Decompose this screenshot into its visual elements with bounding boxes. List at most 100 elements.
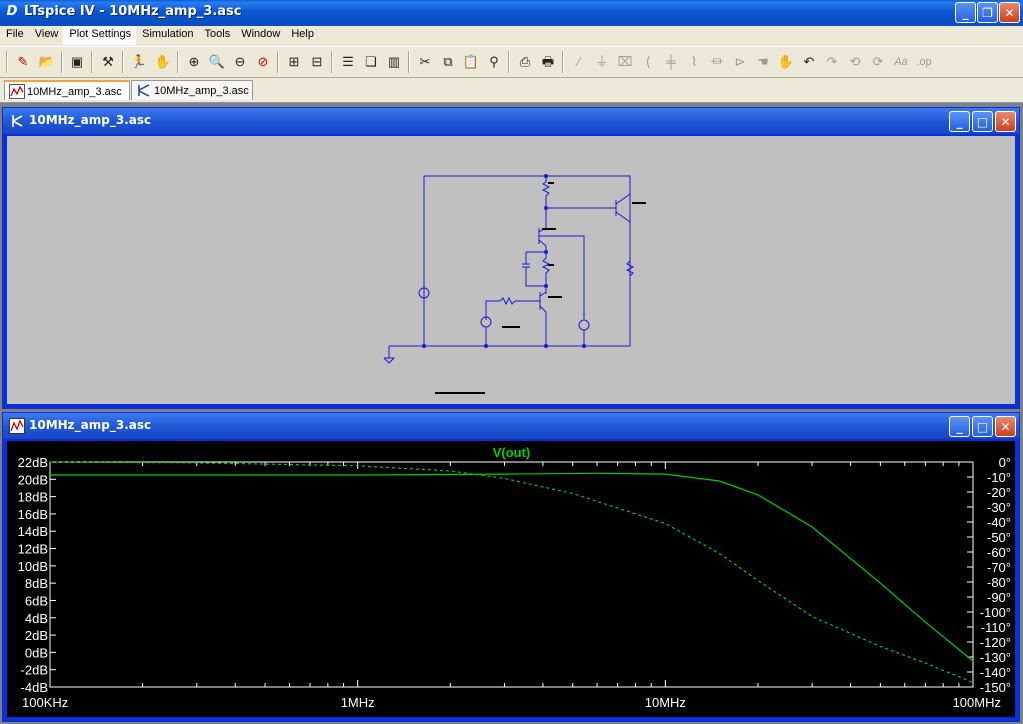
x-tick-label: 10MHz: [645, 695, 686, 710]
menu-bar: File View Plot Settings Simulation Tools Wind…: [0, 26, 1023, 45]
y-left-tick-label: 20dB: [18, 472, 48, 487]
tab-label: 10MHz_amp_3.asc: [27, 86, 122, 98]
paste-icon[interactable]: 📋: [461, 52, 481, 72]
menu-help[interactable]: Help: [285, 26, 319, 45]
schematic-close-button[interactable]: ✕: [995, 111, 1016, 132]
print-icon[interactable]: 🖶: [538, 52, 558, 72]
waveform-close-button[interactable]: ✕: [995, 416, 1016, 437]
component-icon[interactable]: ⟨: [638, 52, 658, 72]
autorange-icon[interactable]: ⊞: [284, 52, 304, 72]
print-setup-icon[interactable]: ⎙: [515, 52, 535, 72]
mark-unref-nets-icon[interactable]: ⊟: [307, 52, 327, 72]
copy-icon[interactable]: ⧉: [438, 52, 458, 72]
control-panel-icon[interactable]: ⚒: [98, 52, 118, 72]
save-icon[interactable]: ▣: [67, 52, 87, 72]
y-right-tick-label: -150°: [980, 680, 1011, 695]
waveform-maximize-button[interactable]: □: [972, 416, 993, 437]
menu-window[interactable]: Window: [235, 26, 285, 45]
waveform-minimize-button[interactable]: _: [949, 416, 970, 437]
cut-icon[interactable]: ✂: [415, 52, 435, 72]
toolbar-separator: [331, 51, 333, 73]
waveform-icon: [9, 418, 25, 434]
find-icon[interactable]: ⚲: [484, 52, 504, 72]
ltspice-app-icon[interactable]: D: [4, 4, 20, 20]
tab-label: 10MHz_amp_3.asc: [154, 85, 249, 97]
menu-simulation[interactable]: Simulation: [136, 26, 198, 45]
open-folder-icon[interactable]: 📂: [37, 52, 57, 72]
waveform-window-title: 10MHz_amp_3.asc: [29, 418, 152, 432]
y-right-tick-label: -140°: [980, 665, 1011, 680]
bode-plot[interactable]: 100KHz 1MHz 10MHz 100MHz 22dB 20dB 18dB 16dB 14d…: [7, 441, 1015, 719]
schematic-window-caption[interactable]: 10MHz_amp_3.asc _ □ ✕: [3, 108, 1019, 134]
toolbar-separator: [61, 51, 63, 73]
undo-icon[interactable]: ↶: [799, 52, 819, 72]
y-right-tick-label: -60°: [987, 545, 1011, 560]
schematic-maximize-button[interactable]: □: [972, 111, 993, 132]
redo-icon[interactable]: ↷: [822, 52, 842, 72]
y-right-tick-label: 0°: [999, 455, 1011, 470]
y-right-tick-label: -20°: [987, 485, 1011, 500]
title-bar[interactable]: D LTspice IV - 10MHz_amp_3.asc _ ❐ ✕: [0, 0, 1023, 26]
restore-button[interactable]: ❐: [977, 2, 998, 23]
cancel-zoom-icon[interactable]: ⊘: [253, 52, 273, 72]
trace-title: V(out): [493, 445, 531, 460]
y-right-tick-label: -130°: [980, 650, 1011, 665]
toolbar-separator: [6, 51, 8, 73]
y-right-tick-label: -30°: [987, 500, 1011, 515]
mirror-icon[interactable]: ⟳: [868, 52, 888, 72]
waveform-window-caption[interactable]: 10MHz_amp_3.asc _ □ ✕: [3, 413, 1019, 439]
tile-vertical-icon[interactable]: ▥: [384, 52, 404, 72]
menu-file[interactable]: File: [0, 26, 29, 45]
y-right-tick-label: -80°: [987, 575, 1011, 590]
toolbar-separator: [122, 51, 124, 73]
toolbar: ✎ 📂 ▣ ⚒ 🏃 ✋ ⊕ 🔍 ⊖ ⊘ ⊞ ⊟ ☰ ❏ ▥ ✂ ⧉ 📋 ⚲ ⎙ …: [0, 46, 1023, 78]
capacitor-icon[interactable]: ╪: [661, 52, 681, 72]
minimize-button[interactable]: _: [955, 2, 976, 23]
zoom-rect-icon[interactable]: 🔍: [207, 52, 227, 72]
halt-icon[interactable]: ✋: [153, 52, 173, 72]
label-net-icon[interactable]: ⌧: [615, 52, 635, 72]
new-schematic-icon[interactable]: ✎: [13, 52, 33, 72]
y-right-tick-label: -110°: [981, 620, 1011, 635]
hand-drag-icon[interactable]: ☚: [753, 52, 773, 72]
text-comment-icon[interactable]: Aa: [891, 52, 911, 72]
resistor-icon[interactable]: ⌇: [684, 52, 704, 72]
menu-plot-settings[interactable]: Plot Settings: [63, 26, 137, 45]
tab-waveform[interactable]: 10MHz_amp_3.asc: [4, 80, 130, 100]
x-tick-label: 100KHz: [22, 695, 68, 710]
zoom-out-icon[interactable]: ⊖: [230, 52, 250, 72]
waveform-window: 10MHz_amp_3.asc _ □ ✕ 100KHz 1MHz 10MHz 100…: [2, 412, 1020, 722]
y-right-tick-label: -100°: [980, 605, 1011, 620]
tab-schematic[interactable]: 10MHz_amp_3.asc: [131, 80, 253, 100]
y-left-tick-label: 2dB: [25, 628, 48, 643]
waveform-icon: [9, 84, 25, 99]
x-tick-label: 100MHz: [953, 695, 1001, 710]
schematic-canvas[interactable]: [7, 136, 1015, 404]
wire-icon[interactable]: ∕: [569, 52, 589, 72]
y-left-tick-label: 4dB: [25, 611, 48, 626]
y-left-tick-label: 22dB: [18, 455, 48, 470]
y-right-tick-label: -50°: [987, 530, 1011, 545]
plot-pane[interactable]: 100KHz 1MHz 10MHz 100MHz 22dB 20dB 18dB 16dB 14d…: [7, 441, 1015, 717]
cascade-icon[interactable]: ❏: [361, 52, 381, 72]
spice-directive-icon[interactable]: .op: [914, 52, 934, 72]
run-icon[interactable]: 🏃: [129, 52, 149, 72]
diode-icon[interactable]: ⊳: [730, 52, 750, 72]
inductor-icon[interactable]: ⏛: [707, 52, 727, 72]
magnitude-trace: [50, 472, 974, 662]
menu-tools[interactable]: Tools: [199, 26, 236, 45]
close-button[interactable]: ✕: [999, 2, 1020, 23]
menu-view[interactable]: View: [29, 26, 64, 45]
y-right-tick-label: -90°: [987, 590, 1011, 605]
rotate-icon[interactable]: ⟲: [845, 52, 865, 72]
y-left-tick-label: 18dB: [18, 490, 48, 505]
ground-icon[interactable]: ⏚: [592, 52, 612, 72]
y-left-tick-label: 6dB: [25, 593, 48, 608]
tile-horizontal-icon[interactable]: ☰: [338, 52, 358, 72]
zoom-in-icon[interactable]: ⊕: [184, 52, 204, 72]
y-right-tick-label: -70°: [987, 560, 1011, 575]
move-icon[interactable]: ✋: [776, 52, 796, 72]
toolbar-separator: [508, 51, 510, 73]
y-right-tick-label: -120°: [980, 635, 1011, 650]
schematic-minimize-button[interactable]: _: [949, 111, 970, 132]
